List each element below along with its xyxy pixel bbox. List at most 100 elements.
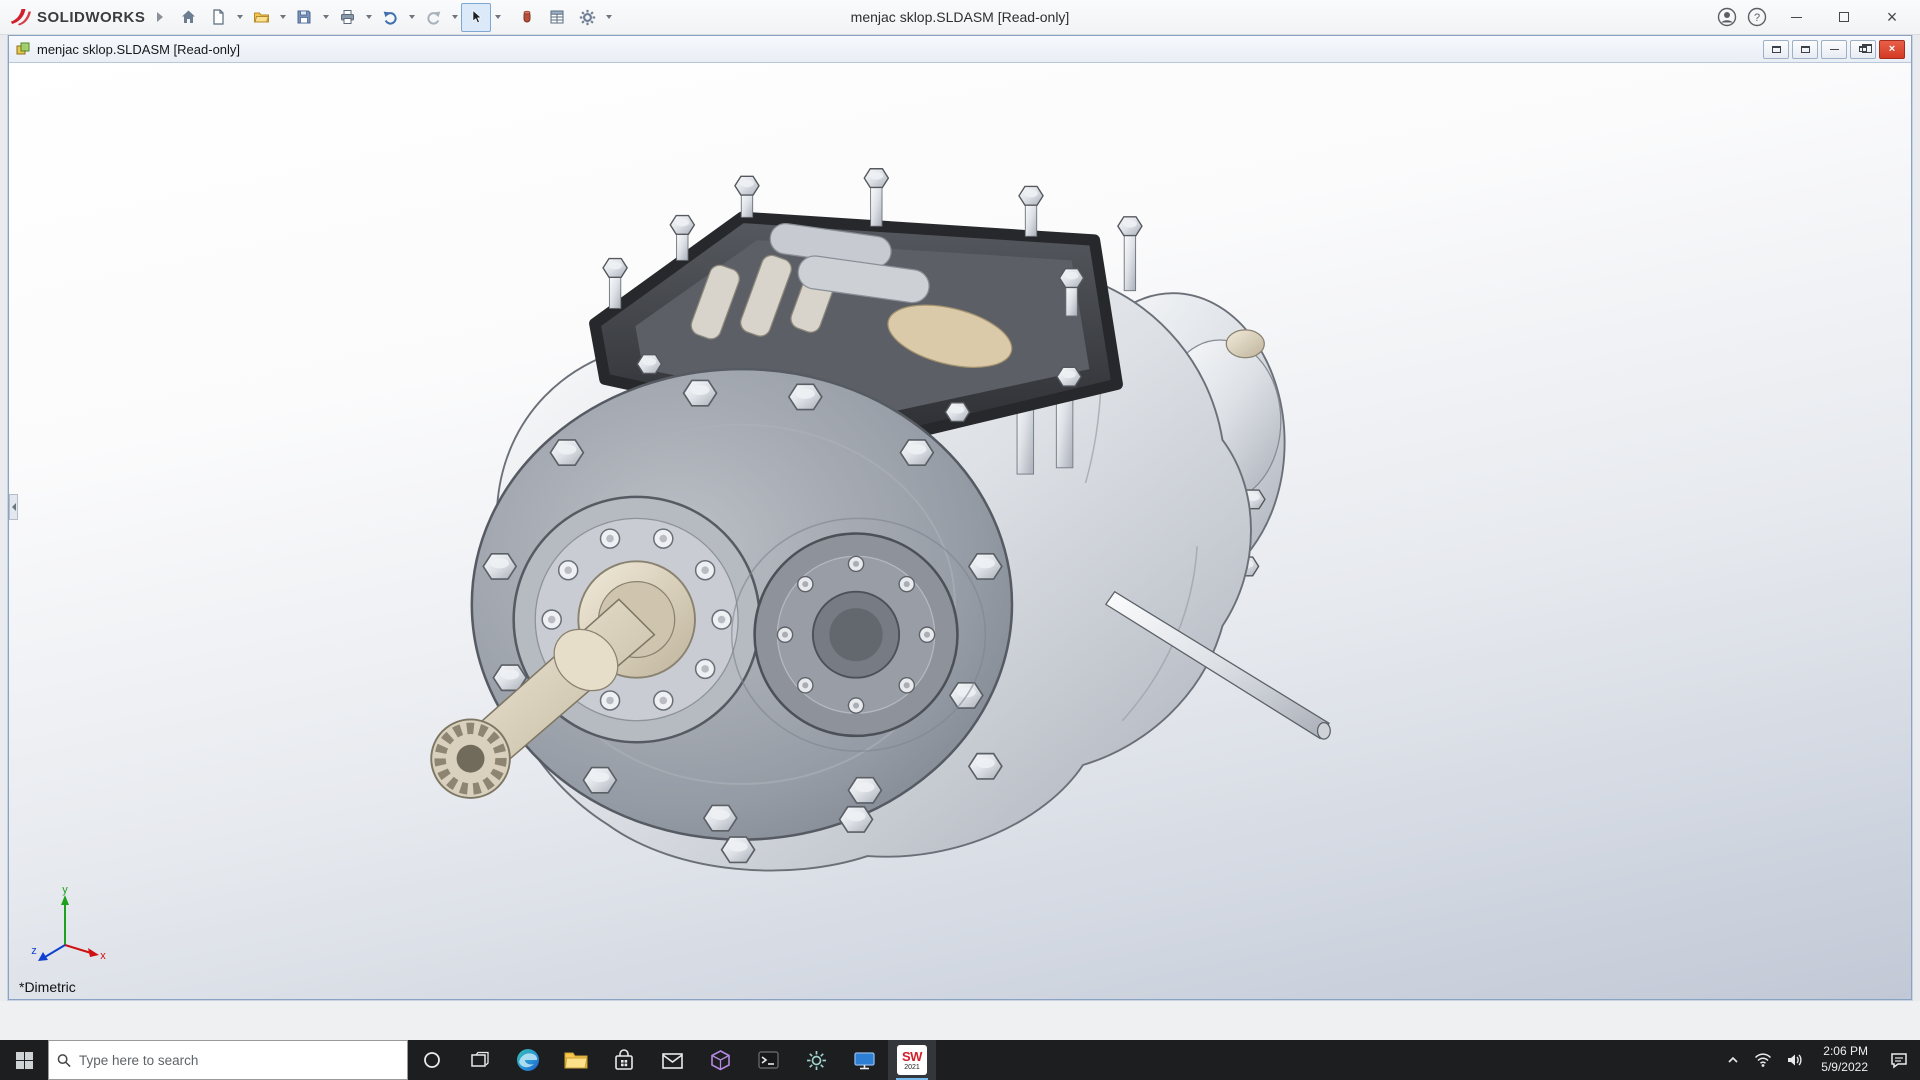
- hidden-icons-button[interactable]: [1719, 1040, 1747, 1080]
- file-explorer-icon: [564, 1052, 588, 1069]
- mail-icon: [661, 1052, 683, 1069]
- doc-minimize-button[interactable]: [1821, 39, 1847, 59]
- system-tray: 2:06 PM 5/9/2022: [1719, 1040, 1920, 1080]
- cortana-icon: [424, 1052, 440, 1068]
- orientation-triad: y x z: [31, 885, 106, 962]
- close-button[interactable]: ×: [1870, 1, 1914, 33]
- clock-date: 5/9/2022: [1821, 1060, 1868, 1074]
- doc-newwindow-button[interactable]: [1763, 39, 1789, 59]
- rebuild-icon: [523, 10, 531, 23]
- monitor-icon: [853, 1051, 875, 1069]
- app-file-explorer[interactable]: [552, 1040, 600, 1080]
- print-icon: [340, 10, 354, 24]
- print-button[interactable]: [332, 3, 362, 32]
- cortana-button[interactable]: [408, 1040, 456, 1080]
- select-tool-button[interactable]: [461, 2, 492, 32]
- view-orientation-label: *Dimetric: [19, 979, 76, 995]
- window-icon: [1771, 45, 1781, 53]
- select-cursor-icon: [473, 9, 483, 24]
- doc-tile-button[interactable]: [1792, 39, 1818, 59]
- chevron-down-icon: [236, 15, 243, 19]
- search-input[interactable]: [79, 1052, 399, 1068]
- viewport-3d[interactable]: y x z *Dimetric: [9, 63, 1911, 999]
- action-center-button[interactable]: [1878, 1040, 1920, 1080]
- action-center-icon: [1891, 1052, 1907, 1068]
- triad-x-label: x: [100, 950, 106, 962]
- print-dropdown[interactable]: [362, 3, 375, 32]
- app-3d-viewer[interactable]: [696, 1040, 744, 1080]
- save-dropdown[interactable]: [319, 3, 332, 32]
- app-titlebar: SOLIDWORKS menjac sklop.SLDASM [Read-onl…: [0, 0, 1920, 35]
- document-window: menjac sklop.SLDASM [Read-only] × y x z …: [8, 35, 1912, 1000]
- solidworks-icon-letters: SW: [902, 1048, 922, 1064]
- redo-dropdown[interactable]: [448, 3, 461, 32]
- chevron-up-icon: [1728, 1056, 1738, 1063]
- taskbar-clock[interactable]: 2:06 PM 5/9/2022: [1811, 1040, 1878, 1080]
- options-dropdown[interactable]: [602, 3, 615, 32]
- store-icon: [615, 1049, 633, 1070]
- quick-access-toolbar: [173, 0, 615, 34]
- app-settings[interactable]: [792, 1040, 840, 1080]
- redo-button[interactable]: [418, 3, 448, 32]
- doc-restore-button[interactable]: [1850, 39, 1876, 59]
- solidworks-logo-text: SOLIDWORKS: [37, 8, 146, 26]
- minimize-button[interactable]: [1774, 1, 1818, 33]
- app-store[interactable]: [600, 1040, 648, 1080]
- taskbar-search[interactable]: [48, 1040, 408, 1080]
- volume-button[interactable]: [1779, 1040, 1811, 1080]
- save-button[interactable]: [289, 3, 319, 32]
- start-button[interactable]: [0, 1040, 48, 1080]
- undo-icon: [383, 11, 397, 25]
- wifi-icon: [1755, 1053, 1772, 1067]
- open-button[interactable]: [246, 3, 276, 32]
- search-icon: [57, 1053, 71, 1067]
- app-mail[interactable]: [648, 1040, 696, 1080]
- home-button[interactable]: [173, 3, 203, 32]
- options-button[interactable]: [572, 3, 602, 32]
- restore-icon: [1859, 44, 1872, 53]
- solidworks-logo: SOLIDWORKS: [6, 7, 153, 27]
- new-document-dropdown[interactable]: [233, 3, 246, 32]
- toolbar-expand-icon[interactable]: [157, 12, 164, 22]
- svg-text:?: ?: [1754, 12, 1760, 24]
- new-document-button[interactable]: [203, 3, 233, 32]
- chevron-down-icon: [365, 15, 372, 19]
- account-button[interactable]: [1714, 4, 1740, 30]
- save-icon: [297, 10, 311, 24]
- gearbox-model[interactable]: [9, 63, 1911, 999]
- chevron-down-icon: [494, 15, 501, 19]
- chevron-left-icon: [11, 502, 16, 511]
- gear-icon: [579, 9, 595, 25]
- titlebar-document-title: menjac sklop.SLDASM [Read-only]: [850, 9, 1070, 25]
- close-icon: ×: [1886, 6, 1898, 27]
- undo-button[interactable]: [375, 3, 405, 32]
- solidworks-logo-icon: [11, 9, 31, 26]
- app-edge[interactable]: [504, 1040, 552, 1080]
- file-properties-icon: [550, 10, 564, 24]
- chevron-down-icon: [451, 15, 458, 19]
- task-view-button[interactable]: [456, 1040, 504, 1080]
- document-titlebar[interactable]: menjac sklop.SLDASM [Read-only] ×: [9, 36, 1911, 63]
- chevron-down-icon: [408, 15, 415, 19]
- triad-z-label: z: [31, 945, 37, 957]
- open-dropdown[interactable]: [276, 3, 289, 32]
- close-icon: ×: [1888, 43, 1896, 55]
- doc-close-button[interactable]: ×: [1879, 39, 1905, 59]
- pane-splitter[interactable]: [9, 493, 18, 520]
- rebuild-button[interactable]: [512, 3, 542, 32]
- network-button[interactable]: [1747, 1040, 1779, 1080]
- select-tool-dropdown[interactable]: [491, 3, 504, 32]
- assembly-icon: [16, 42, 30, 55]
- minimize-icon: [1829, 48, 1839, 50]
- app-terminal[interactable]: [744, 1040, 792, 1080]
- app-solidworks[interactable]: SW 2021: [888, 1040, 936, 1080]
- maximize-button[interactable]: [1822, 1, 1866, 33]
- help-button[interactable]: ?: [1744, 4, 1770, 30]
- titlebar-right-controls: ? ×: [1714, 1, 1914, 33]
- undo-dropdown[interactable]: [405, 3, 418, 32]
- app-display[interactable]: [840, 1040, 888, 1080]
- user-icon: [1717, 7, 1737, 27]
- minimize-icon: [1790, 16, 1802, 18]
- chevron-down-icon: [605, 15, 612, 19]
- file-properties-button[interactable]: [542, 3, 572, 32]
